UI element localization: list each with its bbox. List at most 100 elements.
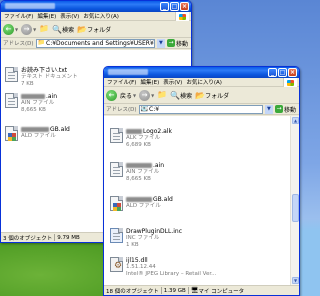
file-size: 6,689 KB bbox=[126, 142, 151, 148]
back-label[interactable]: 戻る bbox=[120, 91, 132, 100]
explorer-window-front[interactable]: _ □ × ファイル(F) 編集(E) 表示(V) お気に入り(A) ← 戻る … bbox=[103, 66, 300, 296]
close-button[interactable]: × bbox=[288, 68, 297, 77]
status-divider bbox=[54, 234, 56, 241]
file-item[interactable]: お読み下さい.txt テキスト ドキュメント 7 KB bbox=[5, 67, 78, 88]
title-bar[interactable]: _ □ × bbox=[1, 1, 191, 12]
scroll-up-icon[interactable]: ▲ bbox=[292, 117, 299, 124]
computer-icon: 🖥 bbox=[190, 286, 199, 294]
ald-file-icon bbox=[110, 196, 123, 211]
menu-bar: ファイル(F) 編集(E) 表示(V) お気に入り(A) bbox=[104, 78, 299, 87]
scroll-down-icon[interactable]: ▼ bbox=[292, 277, 299, 284]
minimize-button[interactable]: _ bbox=[268, 68, 277, 77]
go-button[interactable]: → 移動 bbox=[274, 105, 299, 114]
folders-button[interactable]: 📂フォルダ bbox=[77, 25, 111, 34]
file-description: Intel® JPEG Library – Retail Ver... bbox=[126, 271, 217, 277]
file-name-suffix: .ain bbox=[153, 162, 165, 169]
file-item[interactable]: .ain AIN ファイル 8,665 KB bbox=[110, 162, 164, 183]
title-bar[interactable]: _ □ × bbox=[104, 67, 299, 78]
maximize-button[interactable]: □ bbox=[170, 2, 179, 11]
menu-view[interactable]: 表示(V) bbox=[60, 12, 79, 20]
close-button[interactable]: × bbox=[180, 2, 189, 11]
folder-icon: 📂 bbox=[77, 24, 88, 34]
location-label: マイ コンピュータ bbox=[198, 288, 245, 295]
file-type: ALD ファイル bbox=[21, 133, 56, 139]
address-input[interactable]: 💽 C:¥ bbox=[138, 104, 263, 114]
file-name-suffix: .ain bbox=[46, 93, 58, 100]
menu-favorites[interactable]: お気に入り(A) bbox=[83, 12, 119, 20]
search-label: 検索 bbox=[180, 92, 193, 100]
file-name-suffix: GB.ald bbox=[153, 196, 173, 203]
address-dropdown-icon[interactable]: ▼ bbox=[264, 104, 273, 114]
folders-label: フォルダ bbox=[87, 26, 112, 34]
folder-icon: 📂 bbox=[195, 90, 206, 100]
maximize-button[interactable]: □ bbox=[278, 68, 287, 77]
file-item[interactable]: GB.ald ALD ファイル bbox=[110, 196, 173, 211]
address-input[interactable]: 📁 C:¥Documents and Settings¥USER¥ bbox=[35, 38, 155, 48]
toolbar: ← ▼ → ▼ 📁 🔍検索 📂フォルダ bbox=[1, 21, 191, 38]
redacted-name bbox=[21, 94, 45, 99]
file-list[interactable]: Logo2.alk ALK ファイル 6,689 KB .ain AIN ファイ… bbox=[104, 116, 299, 285]
file-name: DrawPluginDLL.inc bbox=[126, 228, 183, 235]
inc-file-icon bbox=[110, 228, 123, 243]
ald-file-icon bbox=[5, 126, 18, 141]
redacted-name bbox=[126, 129, 142, 134]
file-name-suffix: Logo2.alk bbox=[143, 128, 172, 135]
address-bar: アドレス(D) 📁 C:¥Documents and Settings¥USER… bbox=[1, 38, 191, 49]
file-item[interactable]: GB.ald ALD ファイル bbox=[5, 126, 70, 141]
windows-logo-icon bbox=[175, 12, 189, 21]
folders-button[interactable]: 📂フォルダ bbox=[195, 91, 229, 100]
go-label: 移動 bbox=[175, 40, 188, 48]
windows-logo-icon bbox=[283, 78, 297, 87]
file-type: ALK ファイル bbox=[126, 135, 161, 141]
up-folder-icon[interactable]: 📁 bbox=[39, 25, 49, 33]
search-icon: 🔍 bbox=[52, 24, 63, 34]
file-size: 7 KB bbox=[21, 81, 34, 87]
file-name-suffix: GB.ald bbox=[50, 126, 70, 133]
menu-edit[interactable]: 編集(E) bbox=[140, 78, 159, 86]
back-dropdown-icon[interactable]: ▼ bbox=[133, 93, 136, 98]
object-count: 3 個のオブジェクト bbox=[3, 235, 53, 242]
file-item[interactable]: .ain AIN ファイル 8,665 KB bbox=[5, 93, 57, 114]
menu-file[interactable]: ファイル(F) bbox=[107, 78, 136, 86]
file-name: お読み下さい.txt bbox=[21, 67, 68, 74]
status-divider bbox=[187, 287, 189, 294]
go-label: 移動 bbox=[283, 106, 296, 114]
back-button[interactable]: ← bbox=[3, 23, 14, 35]
redacted-name bbox=[126, 197, 152, 202]
forward-dropdown-icon[interactable]: ▼ bbox=[151, 93, 154, 98]
address-value: C:¥Documents and Settings¥USER¥ bbox=[46, 39, 154, 47]
dll-file-icon bbox=[110, 257, 123, 272]
file-item[interactable]: Logo2.alk ALK ファイル 6,689 KB bbox=[110, 128, 172, 149]
address-label: アドレス(D) bbox=[106, 107, 137, 113]
search-button[interactable]: 🔍検索 bbox=[170, 91, 192, 100]
menu-favorites[interactable]: お気に入り(A) bbox=[186, 78, 222, 86]
search-icon: 🔍 bbox=[170, 90, 181, 100]
vertical-scrollbar[interactable]: ▲ ▼ bbox=[290, 116, 299, 285]
ain-file-icon bbox=[5, 93, 18, 108]
address-dropdown-icon[interactable]: ▼ bbox=[156, 38, 165, 48]
forward-button[interactable]: → bbox=[21, 23, 33, 35]
file-item[interactable]: DrawPluginDLL.inc INC ファイル 1 KB bbox=[110, 228, 182, 249]
address-label: アドレス(D) bbox=[3, 41, 34, 47]
menu-file[interactable]: ファイル(F) bbox=[4, 12, 33, 20]
menu-view[interactable]: 表示(V) bbox=[163, 78, 182, 86]
up-folder-icon[interactable]: 📁 bbox=[157, 91, 167, 99]
minimize-button[interactable]: _ bbox=[160, 2, 169, 11]
total-size: 9.79 MB bbox=[57, 234, 80, 241]
search-label: 検索 bbox=[62, 26, 75, 34]
back-dropdown-icon[interactable]: ▼ bbox=[15, 27, 18, 32]
forward-button[interactable]: → bbox=[139, 89, 151, 101]
file-type: INC ファイル bbox=[126, 235, 160, 241]
go-button[interactable]: → 移動 bbox=[166, 39, 191, 48]
forward-dropdown-icon[interactable]: ▼ bbox=[33, 27, 36, 32]
file-item[interactable]: ijl15.dll 1.51.12.44 Intel® JPEG Library… bbox=[110, 257, 216, 278]
search-button[interactable]: 🔍検索 bbox=[52, 25, 74, 34]
back-button[interactable]: ← bbox=[106, 89, 117, 101]
menu-edit[interactable]: 編集(E) bbox=[37, 12, 56, 20]
title-text-redacted bbox=[108, 69, 148, 75]
file-type: AIN ファイル bbox=[21, 100, 55, 106]
address-value: C:¥ bbox=[149, 105, 160, 113]
scroll-thumb[interactable] bbox=[292, 194, 299, 222]
file-name: ijl15.dll bbox=[126, 257, 148, 264]
title-text-redacted bbox=[5, 3, 55, 9]
